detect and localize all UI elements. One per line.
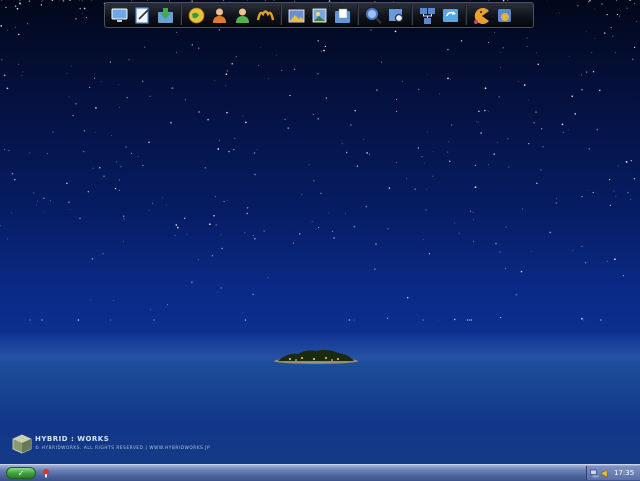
sync-icon[interactable] <box>440 5 461 26</box>
monitor-icon[interactable] <box>109 5 130 26</box>
find-image-icon[interactable] <box>386 5 407 26</box>
globe-icon[interactable] <box>186 5 207 26</box>
edit-document-icon[interactable] <box>132 5 153 26</box>
quick-toolbar <box>104 2 534 28</box>
network-tray-icon[interactable] <box>590 469 599 478</box>
apps-icon[interactable] <box>494 5 515 26</box>
search-icon[interactable] <box>363 5 384 26</box>
taskbar: ✓ 17:35 <box>0 464 640 481</box>
download-folder-icon[interactable] <box>155 5 176 26</box>
toolbar-separator <box>465 5 467 25</box>
toolbar-separator <box>280 5 282 25</box>
pictures-icon[interactable] <box>286 5 307 26</box>
quicklaunch-icon[interactable] <box>41 468 51 478</box>
system-tray: 17:35 <box>586 466 640 480</box>
network-icon[interactable] <box>417 5 438 26</box>
pacman-icon[interactable] <box>471 5 492 26</box>
gallery-icon[interactable] <box>309 5 330 26</box>
user-orange-icon[interactable] <box>209 5 230 26</box>
clock: 17:35 <box>614 469 634 477</box>
volume-tray-icon[interactable] <box>601 469 610 478</box>
hybridworks-logo: HYBRID : WORKS © HYBRIDWORKS. ALL RIGHTS… <box>12 432 242 456</box>
desktop: HYBRID : WORKS © HYBRIDWORKS. ALL RIGHTS… <box>0 0 640 464</box>
logo-title: HYBRID : WORKS <box>35 435 109 443</box>
start-button[interactable]: ✓ <box>6 467 36 479</box>
toolbar-separator <box>180 5 182 25</box>
photo-folder-icon[interactable] <box>332 5 353 26</box>
hybridworks-cube-icon <box>12 434 32 454</box>
user-green-icon[interactable] <box>232 5 253 26</box>
messenger-icon[interactable] <box>255 5 276 26</box>
toolbar-separator <box>411 5 413 25</box>
toolbar-separator <box>357 5 359 25</box>
starfield <box>0 0 640 330</box>
logo-copyright: © HYBRIDWORKS. ALL RIGHTS RESERVED | WWW… <box>35 445 210 450</box>
island <box>268 346 364 366</box>
